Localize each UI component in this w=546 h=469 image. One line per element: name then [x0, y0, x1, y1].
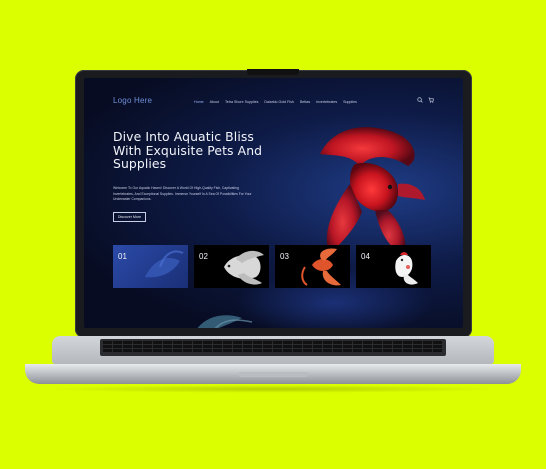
hero-title: Dive Into Aquatic Bliss With Exquisite P… [113, 129, 263, 172]
laptop-screen: Logo Here Home About Tetra Shore Supplie… [84, 78, 463, 328]
nav-supplies[interactable]: Supplies [343, 100, 357, 104]
hero-description: Welcome To Our Aquatic Haven! Discover A… [113, 186, 252, 202]
betta-fish-image [320, 127, 425, 256]
nav-home[interactable]: Home [194, 100, 204, 104]
card-number: 04 [361, 252, 370, 261]
card-number: 01 [118, 252, 127, 261]
nav-icons [417, 97, 434, 103]
partial-fish-image [197, 315, 253, 328]
laptop-keyboard [100, 339, 446, 356]
fish-thumbnail [224, 250, 264, 285]
nav-bettas[interactable]: Bettas [300, 100, 310, 104]
fish-thumbnail [145, 250, 184, 278]
site-logo[interactable]: Logo Here [113, 96, 152, 105]
search-icon[interactable] [417, 97, 423, 103]
nav-goldfish[interactable]: Daiarkio Gold Fish [264, 100, 294, 104]
cart-icon[interactable] [428, 97, 434, 103]
card-number: 02 [199, 252, 208, 261]
category-card[interactable]: 04 [356, 245, 431, 288]
category-card[interactable]: 03 [275, 245, 350, 288]
category-cards: 01 02 03 04 [113, 245, 431, 288]
discover-more-button[interactable]: Discover More [113, 212, 146, 222]
category-card[interactable]: 02 [194, 245, 269, 288]
card-number: 03 [280, 252, 289, 261]
laptop-shadow [40, 385, 506, 393]
site-nav: Logo Here Home About Tetra Shore Supplie… [84, 78, 463, 108]
category-card[interactable]: 01 [113, 245, 188, 288]
trackpad-notch [238, 372, 308, 377]
nav-menu: Home About Tetra Shore Supplies Daiarkio… [194, 100, 357, 104]
nav-tetra[interactable]: Tetra Shore Supplies [225, 100, 258, 104]
fish-thumbnail [395, 252, 418, 285]
nav-invertebrates[interactable]: Invertebrates [316, 100, 337, 104]
fish-thumbnail [301, 248, 341, 286]
laptop-lid: Logo Here Home About Tetra Shore Supplie… [75, 69, 472, 338]
nav-about[interactable]: About [210, 100, 219, 104]
camera-notch [247, 69, 299, 75]
